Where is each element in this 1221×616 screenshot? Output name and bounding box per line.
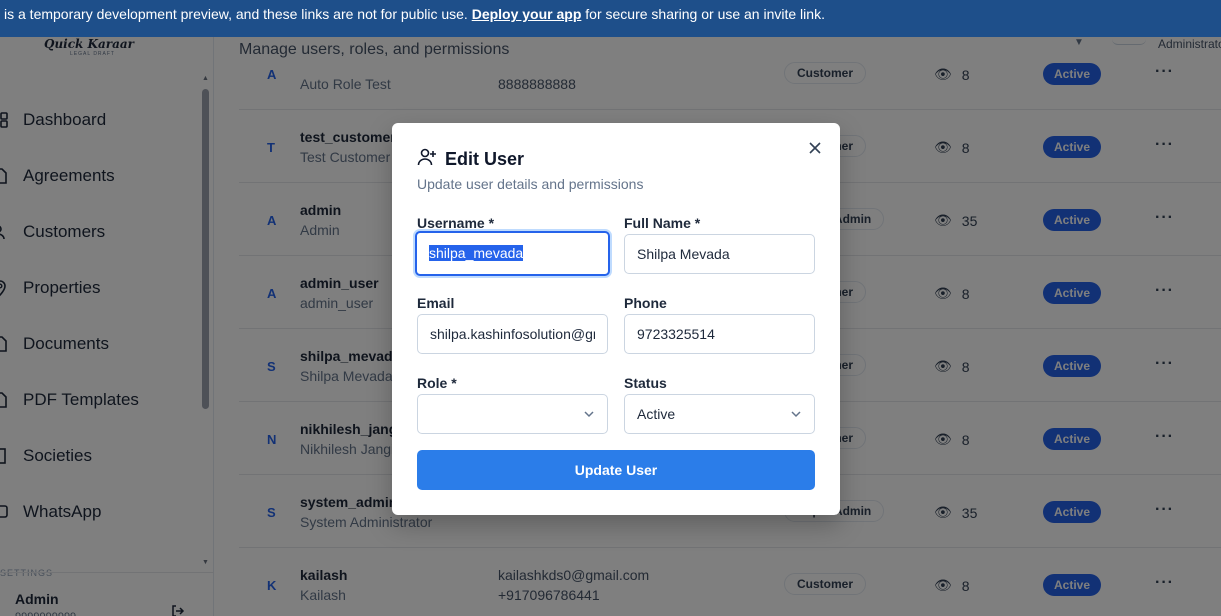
phone-value: 9723325514 [637,326,715,342]
status-select-value: Active [637,406,676,422]
email-value: shilpa.kashinfosolution@gmail.com [430,326,595,342]
dialog-title-text: Edit User [445,149,525,169]
role-label: Role * [417,375,457,391]
email-label: Email [417,295,455,311]
deploy-link[interactable]: Deploy your app [472,6,582,22]
banner-text: is a temporary development preview, and … [4,6,472,22]
status-label: Status [624,375,667,391]
username-value: shilpa_mevada [429,245,524,261]
full-name-value: Shilpa Mevada [637,246,730,262]
edit-user-dialog: Edit User Update user details and permis… [392,123,840,515]
update-user-button[interactable]: Update User [417,450,815,490]
phone-field[interactable]: 9723325514 [624,314,815,354]
email-field[interactable]: shilpa.kashinfosolution@gmail.com [417,314,608,354]
full-name-field[interactable]: Shilpa Mevada [624,234,815,274]
full-name-label: Full Name * [624,215,701,231]
dialog-title: Edit User [417,147,524,172]
user-plus-icon [417,147,437,172]
username-label: Username * [417,215,495,231]
dev-preview-banner: is a temporary development preview, and … [0,0,1221,37]
phone-label: Phone [624,295,667,311]
status-select[interactable]: Active [624,394,815,434]
close-icon[interactable] [806,139,824,157]
chevron-down-icon [790,395,802,447]
role-select[interactable] [417,394,608,434]
banner-text-after: for secure sharing or use an invite link… [581,6,825,22]
username-field[interactable]: shilpa_mevada [415,231,610,276]
dialog-description: Update user details and permissions [417,176,644,192]
chevron-down-icon [583,395,595,447]
